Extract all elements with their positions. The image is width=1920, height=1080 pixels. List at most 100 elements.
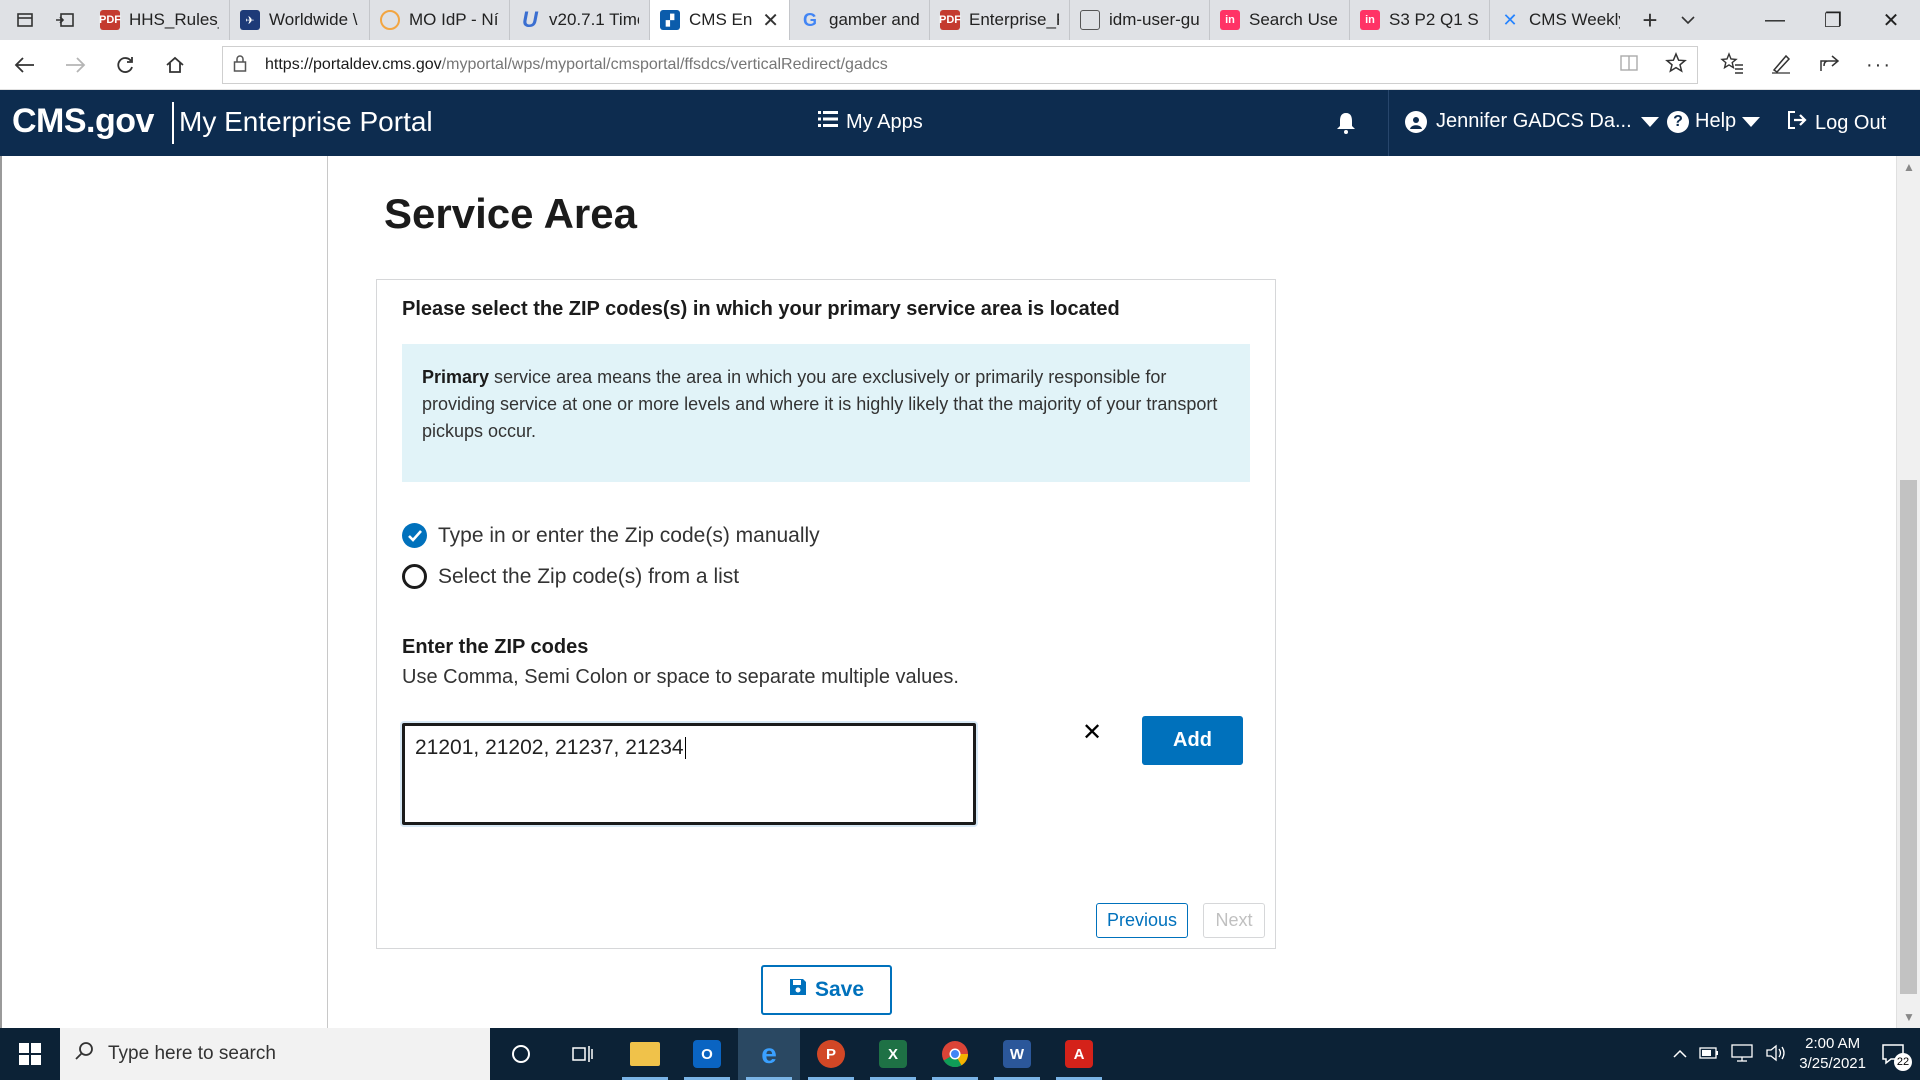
file-explorer-icon[interactable] xyxy=(614,1028,676,1080)
home-icon[interactable] xyxy=(150,40,200,90)
radio-option-manual[interactable]: Type in or enter the Zip code(s) manuall… xyxy=(402,523,820,548)
clear-icon[interactable]: ✕ xyxy=(1082,721,1102,745)
browser-tab[interactable]: PDF HHS_Rules_ xyxy=(90,0,230,40)
browser-tab[interactable]: G gamber and xyxy=(790,0,930,40)
user-avatar-icon xyxy=(1405,110,1427,133)
back-arrow-icon[interactable] xyxy=(0,40,50,90)
chrome-icon[interactable] xyxy=(924,1028,986,1080)
tab-title: S3 P2 Q1 Se xyxy=(1389,10,1479,29)
close-window-icon[interactable]: ✕ xyxy=(1862,0,1920,40)
chevron-down-icon[interactable] xyxy=(1670,0,1706,40)
previous-button[interactable]: Previous xyxy=(1096,903,1188,938)
radio-label-manual: Type in or enter the Zip code(s) manuall… xyxy=(438,523,820,547)
browser-tab[interactable]: ✈ Worldwide \ xyxy=(230,0,370,40)
browser-tab[interactable]: idm-user-gu xyxy=(1070,0,1210,40)
scroll-up-icon[interactable]: ▲ xyxy=(1897,160,1920,174)
page-title: Service Area xyxy=(384,190,637,237)
google-icon: G xyxy=(802,9,817,30)
caret-down-icon xyxy=(1640,116,1659,127)
cms-logo[interactable]: CMS.gov xyxy=(12,102,154,141)
favorite-star-icon[interactable] xyxy=(1665,51,1687,79)
portal-name: My Enterprise Portal xyxy=(179,106,433,137)
clock-date: 3/25/2021 xyxy=(1799,1055,1866,1072)
browser-tab[interactable]: in Search User xyxy=(1210,0,1350,40)
radio-unchecked-icon[interactable] xyxy=(402,564,427,589)
browser-tab-active[interactable]: ▞ CMS En ✕ xyxy=(650,0,790,40)
browser-tab[interactable]: MO IdP - Ní xyxy=(370,0,510,40)
list-icon xyxy=(818,110,838,134)
logout-link[interactable]: Log Out xyxy=(1787,110,1886,136)
pdf-icon: PDF xyxy=(939,10,961,30)
windows-start-icon[interactable] xyxy=(0,1028,60,1080)
zip-code-textarea[interactable]: 21201, 21202, 21237, 21234 xyxy=(402,723,976,825)
address-bar[interactable]: https://portaldev.cms.gov/myportal/wps/m… xyxy=(222,46,1698,84)
close-tab-icon[interactable]: ✕ xyxy=(762,8,779,33)
zip-heading: Enter the ZIP codes xyxy=(402,636,589,658)
logout-label: Log Out xyxy=(1815,111,1887,134)
search-icon xyxy=(74,1041,94,1067)
question-heading: Please select the ZIP codes(s) in which … xyxy=(402,298,1120,320)
service-area-card: Please select the ZIP codes(s) in which … xyxy=(376,279,1276,949)
scroll-thumb[interactable] xyxy=(1900,480,1917,994)
browser-tab[interactable]: U v20.7.1 Time xyxy=(510,0,650,40)
user-menu[interactable]: Jennifer GADCS Da... xyxy=(1405,110,1659,133)
clock-time: 2:00 AM xyxy=(1805,1035,1861,1052)
browser-tab[interactable]: PDF Enterprise_F xyxy=(930,0,1070,40)
notification-count: 22 xyxy=(1894,1053,1912,1071)
acrobat-icon[interactable]: A xyxy=(1048,1028,1110,1080)
excel-icon[interactable]: X xyxy=(862,1028,924,1080)
tab-title: Search User xyxy=(1249,10,1339,29)
url-host: https://portaldev.cms.gov xyxy=(265,56,442,73)
chevron-up-icon[interactable] xyxy=(1673,1046,1687,1062)
cortana-icon[interactable] xyxy=(490,1028,552,1080)
radio-option-list[interactable]: Select the Zip code(s) from a list xyxy=(402,564,739,589)
network-icon[interactable] xyxy=(1731,1043,1753,1065)
taskbar-search[interactable]: Type here to search xyxy=(60,1028,490,1080)
scroll-down-icon[interactable]: ▼ xyxy=(1897,1010,1920,1024)
more-options-icon[interactable]: ··· xyxy=(1866,54,1892,77)
volume-icon[interactable] xyxy=(1765,1044,1787,1065)
outlook-icon[interactable]: O xyxy=(676,1028,738,1080)
tab-actions-icon[interactable] xyxy=(14,9,36,31)
tab-title: CMS Weekly xyxy=(1529,10,1620,29)
my-apps-menu[interactable]: My Apps xyxy=(818,110,923,134)
lock-icon[interactable] xyxy=(233,54,253,77)
browser-tab[interactable]: ✕ CMS Weekly xyxy=(1490,0,1630,40)
powerpoint-icon[interactable]: P xyxy=(800,1028,862,1080)
restore-icon[interactable]: ❐ xyxy=(1804,0,1862,40)
windows-taskbar: Type here to search O e P X W A 2:00 AM … xyxy=(0,1028,1920,1080)
favorites-icon[interactable] xyxy=(1720,51,1744,79)
url-text[interactable]: https://portaldev.cms.gov/myportal/wps/m… xyxy=(265,56,1619,74)
help-menu[interactable]: ? Help xyxy=(1667,110,1761,133)
notification-center-icon[interactable]: 22 xyxy=(1878,1039,1912,1071)
radio-checked-icon[interactable] xyxy=(402,523,427,548)
forward-arrow-icon[interactable] xyxy=(50,40,100,90)
save-label: Save xyxy=(814,978,865,1001)
edge-browser-icon[interactable]: e xyxy=(738,1028,800,1080)
save-button[interactable]: Save xyxy=(761,965,892,1015)
add-button[interactable]: Add xyxy=(1142,716,1243,765)
browser-tab[interactable]: in S3 P2 Q1 Se xyxy=(1350,0,1490,40)
browser-toolbar: https://portaldev.cms.gov/myportal/wps/m… xyxy=(0,40,1920,90)
caret-down-icon xyxy=(1742,116,1761,127)
info-text: service area means the area in which you… xyxy=(422,367,1218,441)
floppy-disk-icon xyxy=(789,978,807,1002)
logo-divider xyxy=(172,102,174,144)
word-icon[interactable]: W xyxy=(986,1028,1048,1080)
new-tab-button[interactable]: + xyxy=(1630,0,1670,40)
system-clock[interactable]: 2:00 AM 3/25/2021 xyxy=(1799,1034,1866,1074)
reading-view-icon[interactable] xyxy=(1619,54,1639,77)
next-button[interactable]: Next xyxy=(1203,903,1265,938)
set-tabs-aside-icon[interactable] xyxy=(54,9,76,31)
text-cursor xyxy=(684,737,686,760)
bell-icon[interactable] xyxy=(1336,112,1356,139)
zip-help-text: Use Comma, Semi Colon or space to separa… xyxy=(402,666,959,688)
page-scrollbar[interactable]: ▲ ▼ xyxy=(1896,156,1920,1028)
task-view-icon[interactable] xyxy=(552,1028,614,1080)
refresh-icon[interactable] xyxy=(100,40,150,90)
share-icon[interactable] xyxy=(1818,53,1840,78)
invision-icon: in xyxy=(1220,10,1240,30)
minimize-icon[interactable]: — xyxy=(1746,0,1804,40)
pen-notes-icon[interactable] xyxy=(1770,52,1792,79)
battery-icon[interactable] xyxy=(1699,1046,1719,1062)
